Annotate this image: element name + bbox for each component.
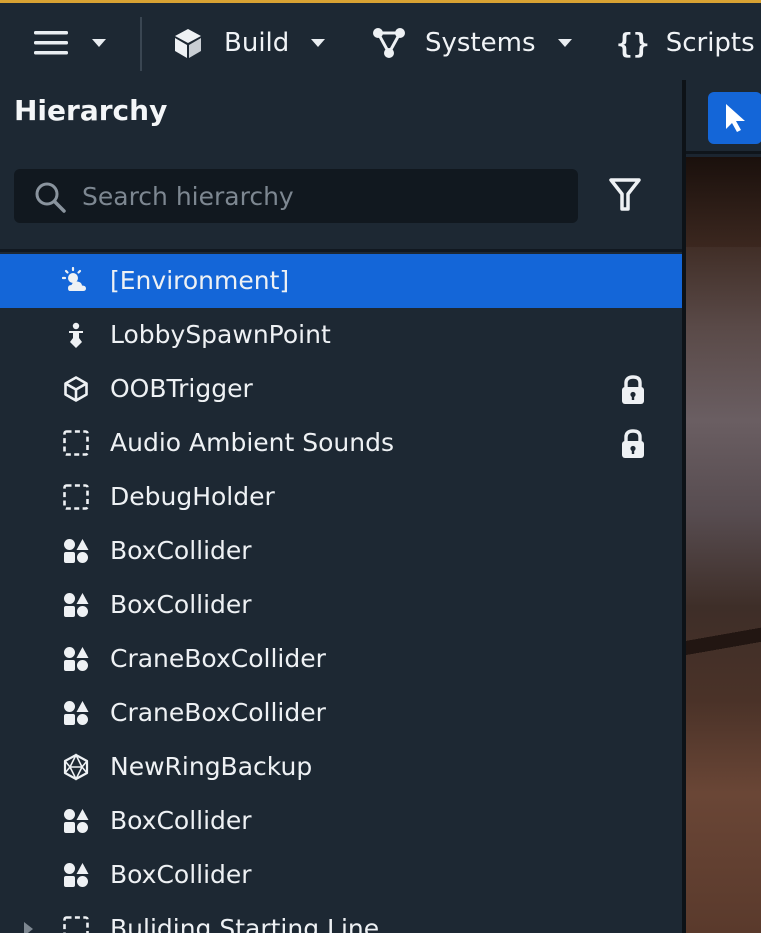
build-menu-button[interactable]: Build [172,17,326,69]
chevron-down-icon [311,39,326,47]
shapes-icon [62,537,90,565]
shapes-icon [62,807,90,835]
hierarchy-item[interactable]: BoxCollider [0,794,682,848]
filter-icon [608,178,642,218]
hierarchy-item[interactable]: BoxCollider [0,578,682,632]
shapes-icon [62,699,90,727]
environment-icon [61,266,90,295]
panel-divider [0,249,682,252]
hamburger-menu-icon [34,29,68,57]
expand-arrow-icon[interactable] [24,922,33,933]
hierarchy-search-box[interactable] [14,169,578,223]
viewport-scene-shadow [686,157,761,247]
hierarchy-item[interactable]: [Environment] [0,254,682,308]
lock-icon[interactable] [620,374,646,410]
hierarchy-item-label: CraneBoxCollider [110,698,326,727]
hierarchy-item-label: DebugHolder [110,482,275,511]
mesh-icon [62,753,90,781]
lock-icon[interactable] [620,428,646,464]
hierarchy-item-label: CraneBoxCollider [110,644,326,673]
hierarchy-item-label: Buliding Starting Line [110,914,380,933]
systems-menu-label: Systems [425,28,536,58]
trigger-cube-icon [62,375,90,403]
empty-object-icon [62,915,90,933]
scene-viewport[interactable] [686,157,761,933]
cube-icon [172,27,204,59]
empty-object-icon [62,483,90,511]
toolbar-divider [140,17,142,71]
search-input[interactable] [82,169,562,223]
filter-button[interactable] [608,176,648,216]
hierarchy-item-label: LobbySpawnPoint [110,320,331,349]
hierarchy-item-label: [Environment] [110,266,290,295]
hierarchy-item-label: OOBTrigger [110,374,253,403]
hierarchy-item-label: Audio Ambient Sounds [110,428,394,457]
viewport-scene-beam [686,622,761,656]
hierarchy-item[interactable]: BoxCollider [0,524,682,578]
chevron-down-icon [92,39,106,47]
hierarchy-item[interactable]: Audio Ambient Sounds [0,416,682,470]
hierarchy-item[interactable]: LobbySpawnPoint [0,308,682,362]
curly-braces-icon: {} [616,26,650,60]
hierarchy-item[interactable]: CraneBoxCollider [0,632,682,686]
hierarchy-item[interactable]: CraneBoxCollider [0,686,682,740]
hierarchy-item[interactable]: DebugHolder [0,470,682,524]
build-menu-label: Build [224,28,290,58]
hierarchy-panel: Hierarchy [Environment] LobbySpawnPoint OO… [0,80,682,933]
select-cursor-icon [722,102,750,138]
chevron-down-icon [557,39,572,47]
shapes-icon [62,861,90,889]
hierarchy-item-label: BoxCollider [110,590,252,619]
hierarchy-item-label: BoxCollider [110,860,252,889]
search-icon [34,181,68,217]
scripts-menu-button[interactable]: {} Scripts [616,17,755,69]
empty-object-icon [62,429,90,457]
hierarchy-item-label: NewRingBackup [110,752,313,781]
main-menu-button[interactable] [34,17,106,69]
select-tool-button[interactable] [708,92,761,144]
shapes-icon [62,591,90,619]
spawn-point-icon [62,321,90,349]
hierarchy-item[interactable]: BoxCollider [0,848,682,902]
panel-title: Hierarchy [14,94,168,127]
shapes-icon [62,645,90,673]
systems-nodes-icon [372,27,406,59]
scripts-menu-label: Scripts [665,28,755,58]
hierarchy-item-label: BoxCollider [110,536,252,565]
systems-menu-button[interactable]: Systems [372,17,572,69]
hierarchy-item[interactable]: Buliding Starting Line [0,902,682,933]
main-toolbar: Build Systems {} Scripts [0,0,761,80]
hierarchy-item-label: BoxCollider [110,806,252,835]
hierarchy-item[interactable]: NewRingBackup [0,740,682,794]
hierarchy-item[interactable]: OOBTrigger [0,362,682,416]
